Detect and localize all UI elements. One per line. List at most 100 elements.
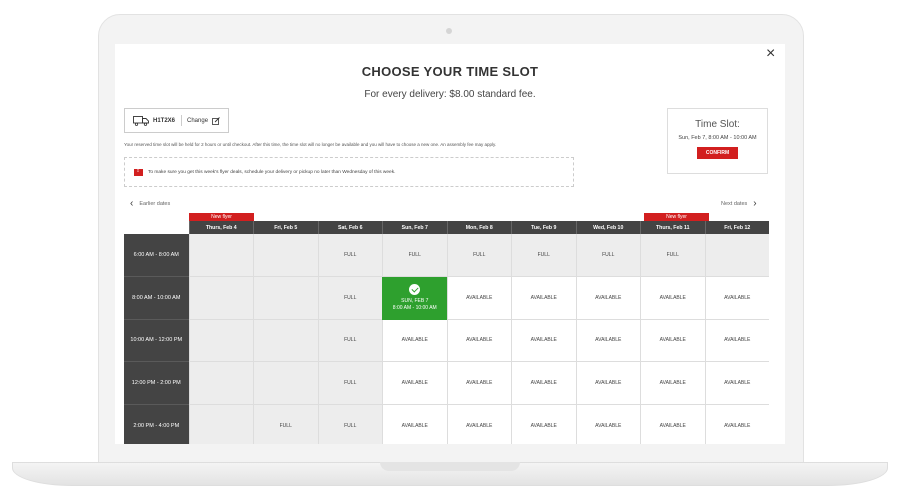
empty-slot	[253, 362, 318, 406]
full-slot: FULL	[253, 405, 318, 444]
day-header: Fri, Feb 5	[253, 221, 318, 234]
check-icon	[409, 284, 421, 296]
selected-slot-day: SUN, FEB 7	[401, 298, 429, 305]
laptop-notch	[380, 462, 520, 471]
modal-subtitle: For every delivery: $8.00 standard fee.	[364, 89, 536, 100]
day-header: Thurs, Feb 11	[640, 221, 705, 234]
timeslot-grid: Thurs, Feb 4 Fri, Feb 5 Sat, Feb 6 Sun, …	[124, 221, 769, 444]
full-slot: FULL	[317, 276, 382, 320]
available-slot[interactable]: AVAILABLE	[511, 405, 576, 444]
postal-code-box: H1T2X6 Change	[124, 108, 229, 133]
available-slot[interactable]: AVAILABLE	[446, 319, 511, 363]
available-slot[interactable]: AVAILABLE	[704, 276, 769, 320]
time-label: 12:00 PM - 2:00 PM	[124, 362, 189, 406]
day-header: Sun, Feb 7	[382, 221, 447, 234]
day-header: Wed, Feb 10	[575, 221, 640, 234]
day-header: Fri, Feb 12	[704, 221, 769, 234]
timeslot-row: 12:00 PM - 2:00 PM FULL AVAILABLE AVAILABLE…	[124, 362, 769, 406]
timeslot-heading: Time Slot:	[695, 119, 740, 130]
grid-header: Thurs, Feb 4 Fri, Feb 5 Sat, Feb 6 Sun, …	[124, 221, 769, 234]
available-slot[interactable]: AVAILABLE	[446, 276, 511, 320]
empty-slot	[188, 319, 253, 363]
available-slot[interactable]: AVAILABLE	[511, 319, 576, 363]
available-slot[interactable]: AVAILABLE	[575, 319, 640, 363]
full-slot: FULL	[317, 234, 382, 277]
full-slot: FULL	[511, 234, 576, 277]
camera-icon	[446, 28, 452, 34]
next-dates-label: Next dates	[721, 201, 748, 207]
day-header: Tue, Feb 9	[511, 221, 576, 234]
close-button[interactable]: ×	[766, 46, 775, 62]
flyer-notice-text: To make sure you get this week's flyer d…	[148, 169, 396, 175]
available-slot[interactable]: AVAILABLE	[704, 319, 769, 363]
day-header: Thurs, Feb 4	[188, 221, 253, 234]
chevron-right-icon: ›	[753, 198, 757, 209]
empty-slot	[253, 319, 318, 363]
available-slot[interactable]: AVAILABLE	[640, 319, 705, 363]
next-dates-button[interactable]: Next dates ›	[721, 199, 763, 209]
available-slot[interactable]: AVAILABLE	[575, 276, 640, 320]
available-slot[interactable]: AVAILABLE	[382, 405, 447, 444]
timeslot-row: 2:00 PM - 4:00 PM FULL FULL AVAILABLE AVAILA…	[124, 405, 769, 444]
new-flyer-tag: New flyer	[189, 213, 254, 221]
new-flyer-tag: New flyer	[644, 213, 709, 221]
available-slot[interactable]: AVAILABLE	[704, 362, 769, 406]
available-slot[interactable]: AVAILABLE	[640, 362, 705, 406]
available-slot[interactable]: AVAILABLE	[382, 319, 447, 363]
available-slot[interactable]: AVAILABLE	[575, 405, 640, 444]
full-slot: FULL	[317, 362, 382, 406]
selected-timeslot-card: Time Slot: Sun, Feb 7, 8:00 AM - 10:00 A…	[667, 108, 768, 174]
available-slot[interactable]: AVAILABLE	[640, 276, 705, 320]
empty-slot	[253, 276, 318, 320]
earlier-dates-label: Earlier dates	[139, 201, 171, 207]
earlier-dates-button[interactable]: ‹ Earlier dates	[124, 199, 170, 209]
empty-slot	[704, 234, 769, 277]
available-slot[interactable]: AVAILABLE	[704, 405, 769, 444]
change-label: Change	[187, 117, 209, 124]
timeslot-row: 6:00 AM - 8:00 AM FULL FULL FULL FULL FULL FUL…	[124, 234, 769, 277]
change-postal-button[interactable]: Change	[187, 116, 220, 125]
empty-slot	[253, 234, 318, 277]
full-slot: FULL	[446, 234, 511, 277]
timeslot-modal: × CHOOSE YOUR TIME SLOT For every delive…	[115, 44, 785, 444]
truck-icon	[133, 115, 149, 126]
timeslot-value: Sun, Feb 7, 8:00 AM - 10:00 AM	[678, 135, 757, 141]
reservation-info: Your reserved time slot will be held for…	[124, 142, 497, 147]
day-header: Mon, Feb 8	[446, 221, 511, 234]
available-slot[interactable]: AVAILABLE	[382, 362, 447, 406]
flyer-notice: To make sure you get this week's flyer d…	[124, 157, 574, 187]
selected-slot[interactable]: SUN, FEB 7 8:00 AM - 10:00 AM	[382, 276, 447, 320]
time-label: 6:00 AM - 8:00 AM	[124, 234, 189, 277]
day-header: Sat, Feb 6	[317, 221, 382, 234]
grid-body: 6:00 AM - 8:00 AM FULL FULL FULL FULL FULL FUL…	[124, 234, 769, 444]
divider	[181, 115, 183, 126]
confirm-button[interactable]: CONFIRM	[696, 147, 739, 159]
available-slot[interactable]: AVAILABLE	[511, 276, 576, 320]
full-slot: FULL	[317, 319, 382, 363]
available-slot[interactable]: AVAILABLE	[511, 362, 576, 406]
edit-icon	[212, 116, 220, 125]
empty-slot	[188, 362, 253, 406]
time-label: 10:00 AM - 12:00 PM	[124, 319, 189, 363]
full-slot: FULL	[382, 234, 447, 277]
full-slot: FULL	[317, 405, 382, 444]
available-slot[interactable]: AVAILABLE	[446, 362, 511, 406]
available-slot[interactable]: AVAILABLE	[575, 362, 640, 406]
empty-slot	[188, 405, 253, 444]
modal-title: CHOOSE YOUR TIME SLOT	[361, 64, 539, 79]
time-label: 8:00 AM - 10:00 AM	[124, 276, 189, 320]
full-slot: FULL	[640, 234, 705, 277]
empty-slot	[188, 234, 253, 277]
available-slot[interactable]: AVAILABLE	[640, 405, 705, 444]
alert-flag-icon	[134, 168, 143, 176]
timeslot-row: 8:00 AM - 10:00 AM FULL SUN, FEB 7 8:00 AM …	[124, 276, 769, 320]
grid-corner	[124, 221, 189, 234]
full-slot: FULL	[575, 234, 640, 277]
chevron-left-icon: ‹	[130, 198, 134, 209]
selected-slot-time: 8:00 AM - 10:00 AM	[392, 305, 437, 312]
empty-slot	[188, 276, 253, 320]
timeslot-row: 10:00 AM - 12:00 PM FULL AVAILABLE AVAILABL…	[124, 319, 769, 363]
postal-code: H1T2X6	[153, 117, 176, 124]
time-label: 2:00 PM - 4:00 PM	[124, 405, 189, 444]
available-slot[interactable]: AVAILABLE	[446, 405, 511, 444]
